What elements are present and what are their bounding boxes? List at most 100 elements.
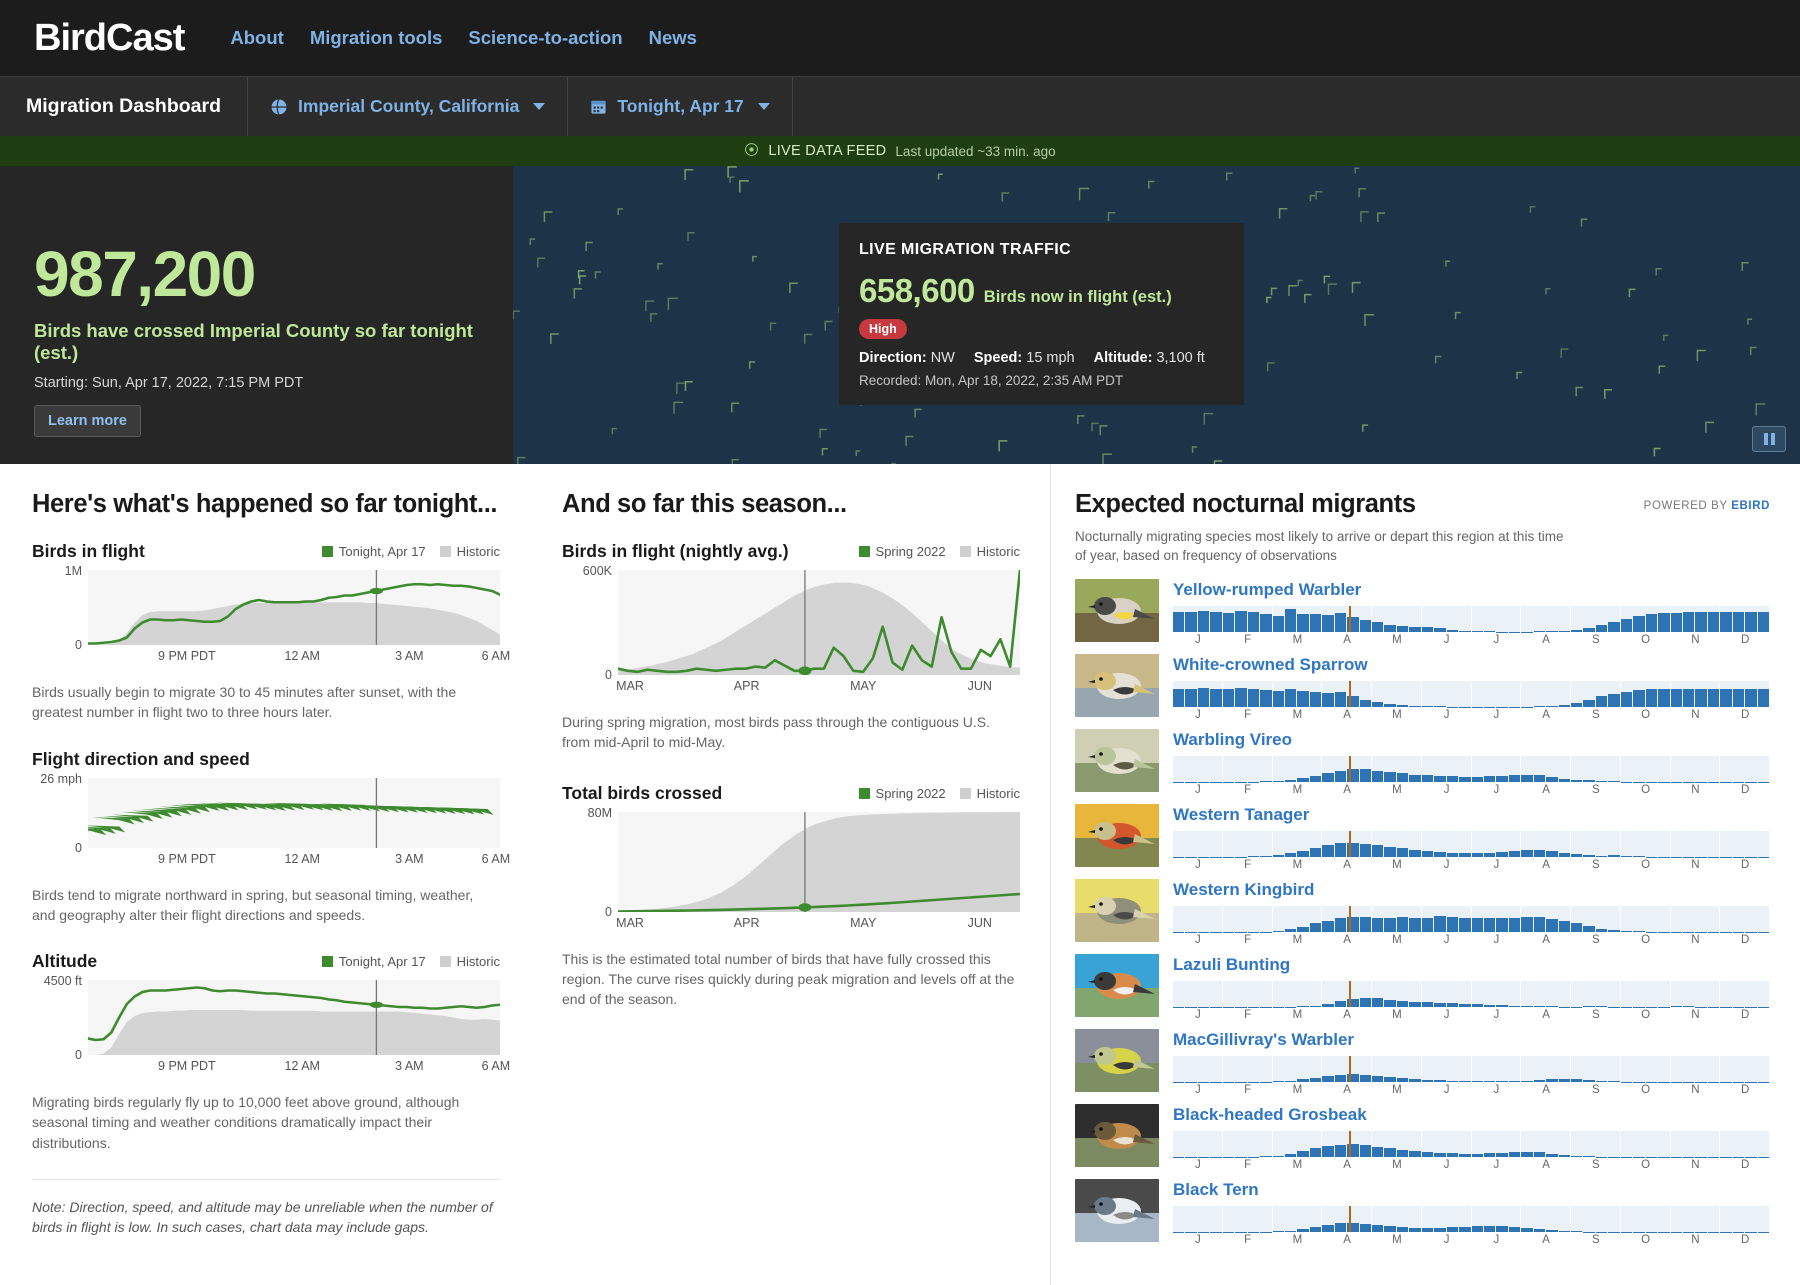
month-label: M [1372,1234,1422,1246]
frequency-bar [1596,696,1607,707]
species-name-link[interactable]: MacGillivray's Warbler [1173,1030,1770,1050]
month-label: J [1173,859,1223,871]
species-name-link[interactable]: White-crowned Sparrow [1173,655,1770,675]
date-selector[interactable]: Tonight, Apr 17 [568,77,792,136]
nav-link-about[interactable]: About [230,27,283,49]
y-tick-min: 0 [605,905,612,919]
frequency-bar [1335,918,1346,932]
frequency-month-cell [1621,906,1671,932]
frequency-bar [1173,612,1184,632]
ebird-link[interactable]: EBIRD [1731,500,1770,512]
chart-plot-area[interactable] [88,980,500,1055]
month-label: D [1720,784,1770,796]
frequency-month-cell [1223,906,1273,932]
frequency-bar [1583,1156,1594,1158]
frequency-bar [1546,706,1557,708]
chart-y-axis: 26 mph 0 [32,778,88,848]
pause-animation-button[interactable] [1752,426,1786,452]
frequency-bar [1633,931,1644,933]
frequency-bar [1496,918,1507,933]
species-photo[interactable] [1075,804,1159,867]
frequency-month-cell [1720,756,1770,782]
frequency-bar [1372,1225,1383,1232]
frequency-month-cell [1273,906,1323,932]
species-photo[interactable] [1075,954,1159,1017]
frequency-month-cell [1223,1131,1273,1157]
frequency-bar [1621,619,1632,633]
frequency-bar [1235,611,1246,632]
frequency-bars [1173,906,1770,932]
learn-more-button[interactable]: Learn more [34,405,141,437]
nav-link-migration-tools[interactable]: Migration tools [310,27,443,49]
month-label: J [1422,1009,1472,1021]
frequency-bar [1372,702,1383,708]
frequency-bar [1534,1229,1545,1232]
location-selector[interactable]: Imperial County, California [248,77,568,136]
frequency-bar [1384,918,1395,933]
species-name-link[interactable]: Warbling Vireo [1173,730,1770,750]
month-label: A [1521,1084,1571,1096]
current-date-marker [1349,831,1351,857]
frequency-month-cell [1422,831,1472,857]
species-name-link[interactable]: Western Tanager [1173,805,1770,825]
species-photo[interactable] [1075,1104,1159,1167]
species-photo[interactable] [1075,579,1159,642]
species-name-link[interactable]: Lazuli Bunting [1173,955,1770,975]
month-label: A [1322,784,1372,796]
chart-plot-area[interactable] [618,570,1020,675]
species-photo[interactable] [1075,654,1159,717]
frequency-bar [1273,1231,1284,1233]
nav-link-news[interactable]: News [649,27,697,49]
species-photo[interactable] [1075,1029,1159,1092]
frequency-bar [1559,705,1570,707]
frequency-bar [1459,853,1470,857]
species-photo[interactable] [1075,729,1159,792]
frequency-bar [1384,1226,1395,1232]
frequency-month-cell [1472,1056,1522,1082]
y-tick-min: 0 [75,841,82,855]
frequency-bar [1646,689,1657,707]
month-label: J [1472,1234,1522,1246]
legend-swatch-grey [440,956,451,967]
brand-logo[interactable]: BirdCast [34,17,184,60]
chart-x-axis: 9 PM PDT 12 AM 3 AM 6 AM [88,649,500,669]
live-migration-traffic-card: LIVE MIGRATION TRAFFIC 658,600 Birds now… [839,223,1244,405]
species-name-link[interactable]: Yellow-rumped Warbler [1173,580,1770,600]
chart-x-axis: MAR APR MAY JUN [618,916,1020,936]
frequency-month-cell [1521,831,1571,857]
frequency-bar [1459,631,1470,633]
species-row: Black TernJFMAMJJASOND [1075,1179,1770,1246]
frequency-bar [1322,1225,1333,1232]
frequency-bar [1422,1080,1433,1083]
species-name-link[interactable]: Black Tern [1173,1180,1770,1200]
frequency-month-cell [1422,906,1472,932]
frequency-month-cell [1422,1131,1472,1157]
frequency-bar [1546,631,1557,633]
month-label: M [1273,859,1323,871]
frequency-bar [1248,689,1259,708]
species-name-link[interactable]: Black-headed Grosbeak [1173,1105,1770,1125]
frequency-bar [1360,700,1371,708]
frequency-month-cell [1671,981,1721,1007]
frequency-month-cell [1223,681,1273,707]
frequency-bar [1285,780,1296,783]
nav-link-science-to-action[interactable]: Science-to-action [468,27,622,49]
frequency-bar [1496,1081,1507,1083]
month-label: J [1422,934,1472,946]
chart-plot-area[interactable] [88,778,500,848]
frequency-bar [1434,916,1445,932]
chart-plot-area[interactable] [88,570,500,645]
frequency-month-cell [1671,1131,1721,1157]
species-row: White-crowned SparrowJFMAMJJASOND [1075,654,1770,721]
frequency-bar [1447,1227,1458,1232]
month-label: A [1322,709,1372,721]
chart-plot-area[interactable] [618,812,1020,912]
species-photo[interactable] [1075,879,1159,942]
frequency-bars [1173,1056,1770,1082]
frequency-bar [1534,1152,1545,1157]
traffic-level-badge: High [859,319,907,339]
month-label: D [1720,709,1770,721]
species-name-link[interactable]: Western Kingbird [1173,880,1770,900]
live-data-feed-bar: LIVE DATA FEED Last updated ~33 min. ago [0,136,1800,166]
species-photo[interactable] [1075,1179,1159,1242]
